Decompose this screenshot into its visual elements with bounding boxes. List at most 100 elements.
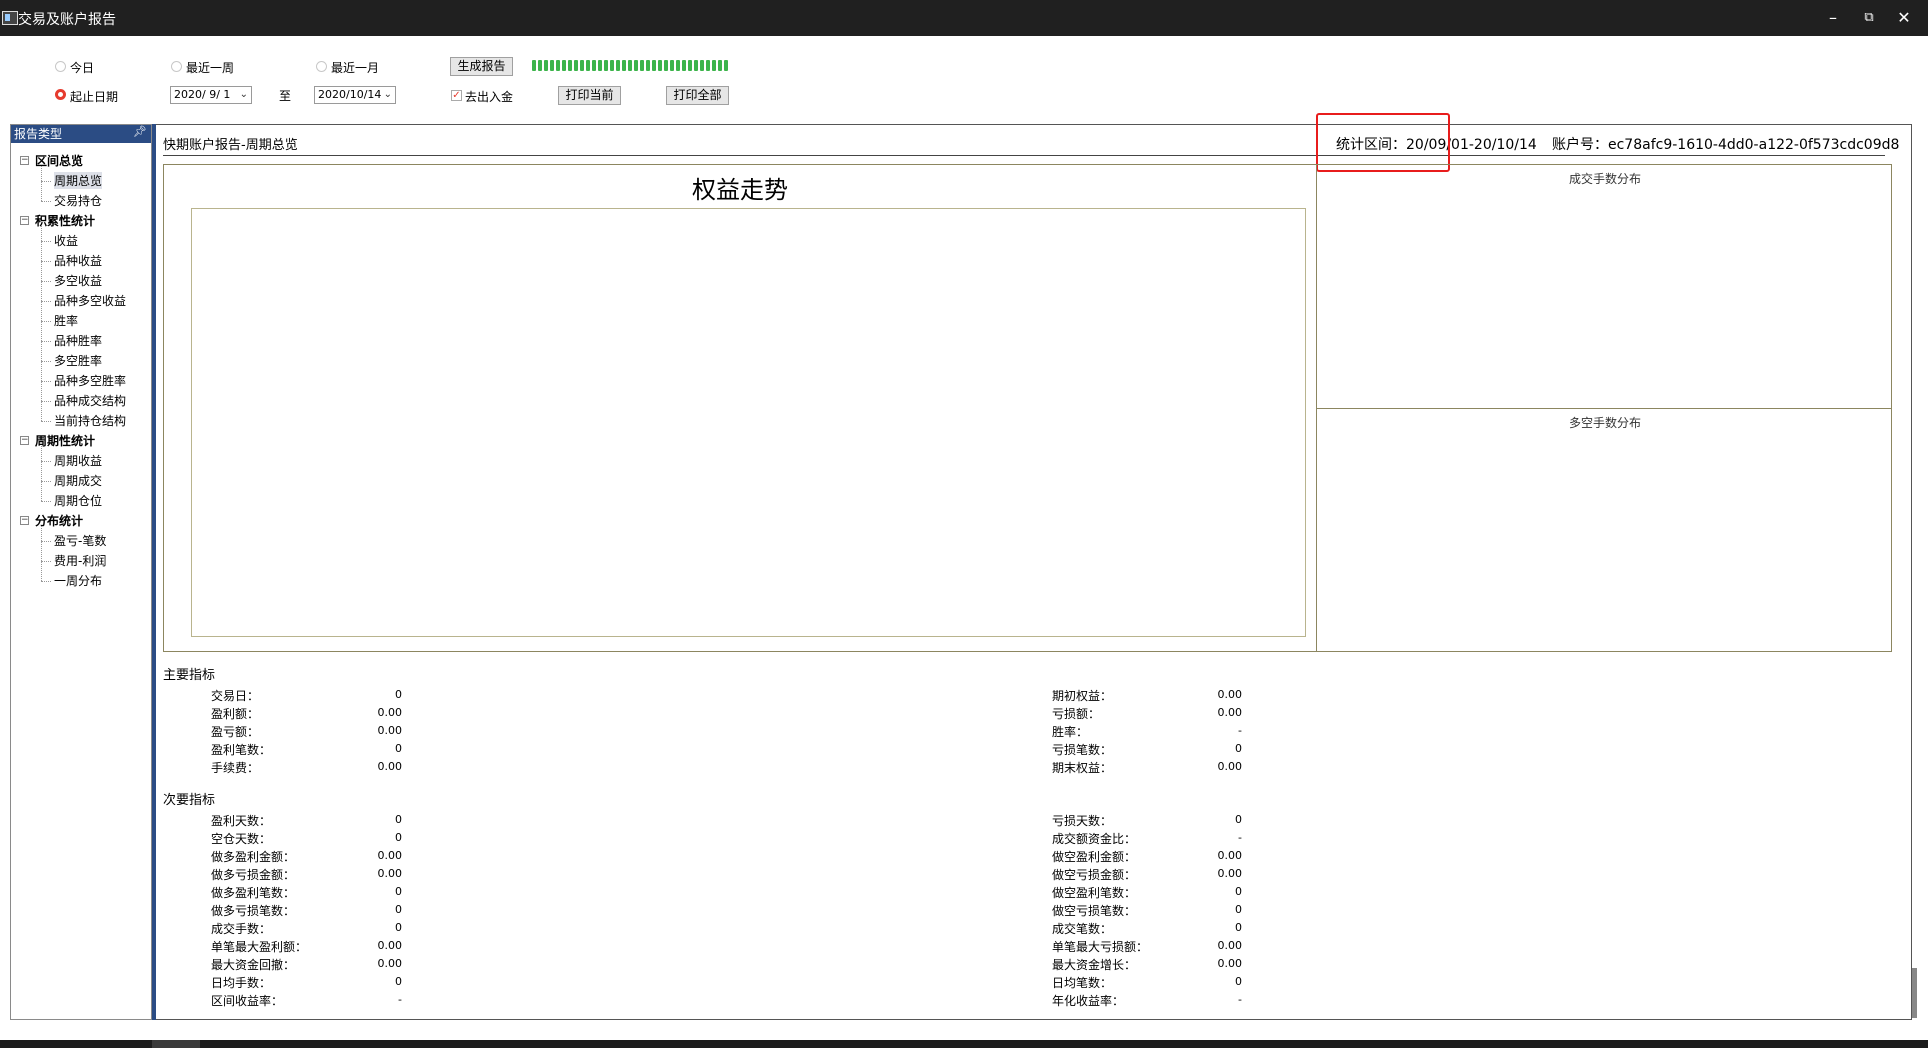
tree-group[interactable]: 周期性统计 <box>35 432 95 449</box>
secondary-metrics-title: 次要指标 <box>163 793 216 808</box>
tree-item[interactable]: 盈亏-笔数 <box>54 532 106 549</box>
date-to-picker[interactable]: 2020/10/14 ⌄ <box>314 86 396 104</box>
title-bar: 交易及账户报告 – ⧉ ✕ <box>0 0 1928 36</box>
progress-segment <box>550 60 554 71</box>
tree-item[interactable]: 品种收益 <box>54 252 102 269</box>
metric-label: 做多亏损笔数： <box>211 904 296 918</box>
trade-lots-chart-panel: 成交手数分布 <box>1316 164 1892 409</box>
metric-label: 做多盈利笔数： <box>211 886 296 900</box>
progress-segment <box>718 60 722 71</box>
print-current-button[interactable]: 打印当前 <box>558 86 621 105</box>
tree-item[interactable]: 周期总览 <box>54 172 103 189</box>
tree-connector <box>41 526 42 581</box>
progress-segment <box>544 60 548 71</box>
metric-value: 0.00 <box>377 867 403 880</box>
metric-value: 0.00 <box>1217 706 1243 719</box>
minimize-icon[interactable]: – <box>1813 0 1853 36</box>
progress-segment <box>658 60 662 71</box>
tree-item[interactable]: 品种胜率 <box>54 332 102 349</box>
metric-label: 盈利天数： <box>211 814 272 828</box>
generate-report-button[interactable]: 生成报告 <box>450 57 513 76</box>
tree-item[interactable]: 多空胜率 <box>54 352 102 369</box>
tree-connector <box>41 321 51 322</box>
metric-value: 0 <box>1235 813 1242 826</box>
tree-connector <box>41 181 51 182</box>
collapse-icon[interactable]: − <box>20 516 29 525</box>
tree-item[interactable]: 周期成交 <box>54 472 102 489</box>
tree-connector <box>41 401 51 402</box>
tree-group[interactable]: 区间总览 <box>35 152 83 169</box>
progress-segment <box>712 60 716 71</box>
metric-label: 单笔最大亏损额： <box>1052 940 1149 954</box>
radio-last-week[interactable] <box>171 61 182 72</box>
progress-segment <box>622 60 626 71</box>
collapse-icon[interactable]: − <box>20 216 29 225</box>
tree-item[interactable]: 胜率 <box>54 312 78 329</box>
progress-segment <box>532 60 536 71</box>
metric-value: - <box>1238 724 1242 737</box>
date-to-value: 2020/10/14 <box>318 88 382 101</box>
tree-item[interactable]: 品种多空收益 <box>54 292 126 309</box>
metric-label: 最大资金回撤： <box>211 958 296 972</box>
progress-segment <box>664 60 668 71</box>
tree-item[interactable]: 收益 <box>54 232 78 249</box>
tree-item[interactable]: 多空收益 <box>54 272 102 289</box>
tree-group[interactable]: 积累性统计 <box>35 212 95 229</box>
tree-item[interactable]: 一周分布 <box>54 572 102 589</box>
metric-label: 成交手数： <box>211 922 272 936</box>
radio-custom-range[interactable] <box>55 89 66 100</box>
tree-item[interactable]: 交易持仓 <box>54 192 102 209</box>
metric-label: 做空盈利金额： <box>1052 850 1137 864</box>
scrollbar-thumb[interactable] <box>1912 968 1917 1018</box>
progress-segment <box>592 60 596 71</box>
long-short-chart-title: 多空手数分布 <box>1568 416 1641 430</box>
tree-group[interactable]: 分布统计 <box>35 512 83 529</box>
radio-custom-range-label: 起止日期 <box>70 90 119 104</box>
progress-segment <box>538 60 542 71</box>
metric-label: 单笔最大盈利额： <box>211 940 308 954</box>
metric-label: 亏损笔数： <box>1052 743 1113 757</box>
heading-divider <box>163 155 1885 156</box>
metric-value: 0 <box>395 742 402 755</box>
tree-item[interactable]: 品种成交结构 <box>54 392 126 409</box>
metric-label: 亏损天数： <box>1052 814 1113 828</box>
metric-value: 0 <box>395 921 402 934</box>
exclude-deposit-checkbox[interactable]: ✓ <box>451 90 462 101</box>
progress-segment <box>652 60 656 71</box>
metric-label: 成交额资金比： <box>1052 832 1137 846</box>
chevron-down-icon: ⌄ <box>383 89 392 100</box>
radio-last-month[interactable] <box>316 61 327 72</box>
progress-segment <box>634 60 638 71</box>
tree-item[interactable]: 当前持仓结构 <box>54 412 126 429</box>
tree-connector <box>41 301 51 302</box>
radio-today[interactable] <box>55 61 66 72</box>
metric-value: 0 <box>1235 975 1242 988</box>
metric-value: 0 <box>1235 903 1242 916</box>
progress-segment <box>616 60 620 71</box>
tree-item[interactable]: 品种多空胜率 <box>54 372 126 389</box>
progress-segment <box>700 60 704 71</box>
report-heading: 快期账户报告-周期总览 <box>163 138 298 153</box>
to-label: 至 <box>279 89 292 103</box>
metric-label: 期初权益： <box>1052 689 1113 703</box>
collapse-icon[interactable]: − <box>20 156 29 165</box>
metric-label: 期末权益： <box>1052 761 1113 775</box>
tree-item[interactable]: 费用-利润 <box>54 552 106 569</box>
print-all-button[interactable]: 打印全部 <box>666 86 729 105</box>
tree-item[interactable]: 周期仓位 <box>54 492 102 509</box>
tree-connector <box>41 166 42 201</box>
tree-connector <box>41 421 51 422</box>
date-from-picker[interactable]: 2020/ 9/ 1 ⌄ <box>170 86 252 104</box>
tree-item[interactable]: 周期收益 <box>54 452 102 469</box>
metric-value: 0.00 <box>1217 939 1243 952</box>
metric-label: 做多盈利金额： <box>211 850 296 864</box>
collapse-icon[interactable]: − <box>20 436 29 445</box>
close-icon[interactable]: ✕ <box>1884 0 1924 36</box>
metric-value: - <box>1238 831 1242 844</box>
long-short-chart-panel: 多空手数分布 <box>1316 408 1892 652</box>
metric-value: 0.00 <box>377 706 403 719</box>
metric-value: 0.00 <box>1217 760 1243 773</box>
restore-icon[interactable]: ⧉ <box>1849 0 1889 36</box>
report-type-panel: 报告类型 📌︎ − 区间总览 周期总览 交易持仓 − 积累性统计 收益 品种收益 多空收益 品种多… <box>10 124 152 1020</box>
metric-label: 成交笔数： <box>1052 922 1113 936</box>
